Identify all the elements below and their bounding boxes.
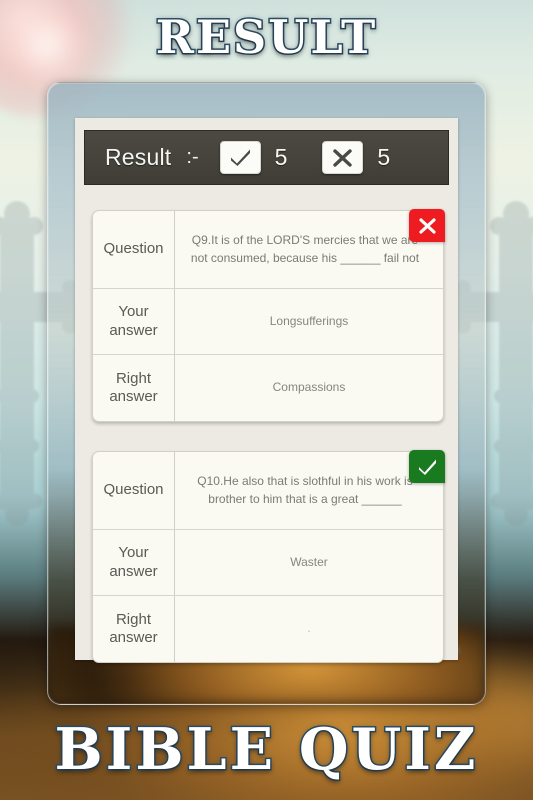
your-answer-label: Your answer — [93, 530, 175, 595]
cross-icon — [332, 148, 353, 168]
your-answer-value: Longsufferings — [269, 313, 349, 328]
question-label: Question — [93, 211, 175, 288]
question-text: Q9.It is of the LORD'S mercies that we a… — [190, 233, 420, 265]
result-card[interactable]: Question Q10.He also that is slothful in… — [92, 450, 445, 663]
result-colon: :- — [186, 146, 199, 168]
result-card[interactable]: Question Q9.It is of the LORD'S mercies … — [92, 209, 445, 422]
your-answer-value: Waster — [290, 554, 328, 569]
right-answer-value: . — [307, 621, 311, 636]
cross-icon — [418, 217, 437, 235]
app-root: RESULT Result :- 5 5 Question Q9.It is o… — [0, 0, 533, 800]
result-label: Result — [105, 144, 172, 170]
result-list: Question Q9.It is of the LORD'S mercies … — [92, 209, 445, 692]
table-row: Question Q9.It is of the LORD'S mercies … — [93, 211, 443, 289]
wrong-score-box — [322, 141, 364, 174]
question-text: Q10.He also that is slothful in his work… — [197, 474, 413, 506]
question-label: Question — [93, 452, 175, 529]
table-row: Right answer . — [93, 596, 443, 662]
correct-score-box — [219, 141, 261, 174]
page-title: RESULT — [154, 9, 378, 66]
correct-count: 5 — [274, 144, 288, 170]
status-badge — [409, 209, 445, 242]
table-row: Your answer Longsufferings — [93, 289, 443, 355]
your-answer-label: Your answer — [93, 289, 175, 354]
table-row: Question Q10.He also that is slothful in… — [93, 452, 443, 530]
table-row: Your answer Waster — [93, 530, 443, 596]
table-row: Right answer Compassions — [93, 355, 443, 421]
check-icon — [229, 148, 252, 167]
right-answer-label: Right answer — [93, 355, 175, 421]
right-answer-value: Compassions — [272, 380, 346, 395]
app-title: BIBLE QUIZ — [53, 715, 479, 785]
status-badge — [409, 450, 445, 483]
right-answer-label: Right answer — [93, 596, 175, 662]
check-icon — [417, 458, 438, 476]
wrong-count: 5 — [377, 144, 391, 170]
result-summary-bar: Result :- 5 5 — [84, 130, 449, 185]
